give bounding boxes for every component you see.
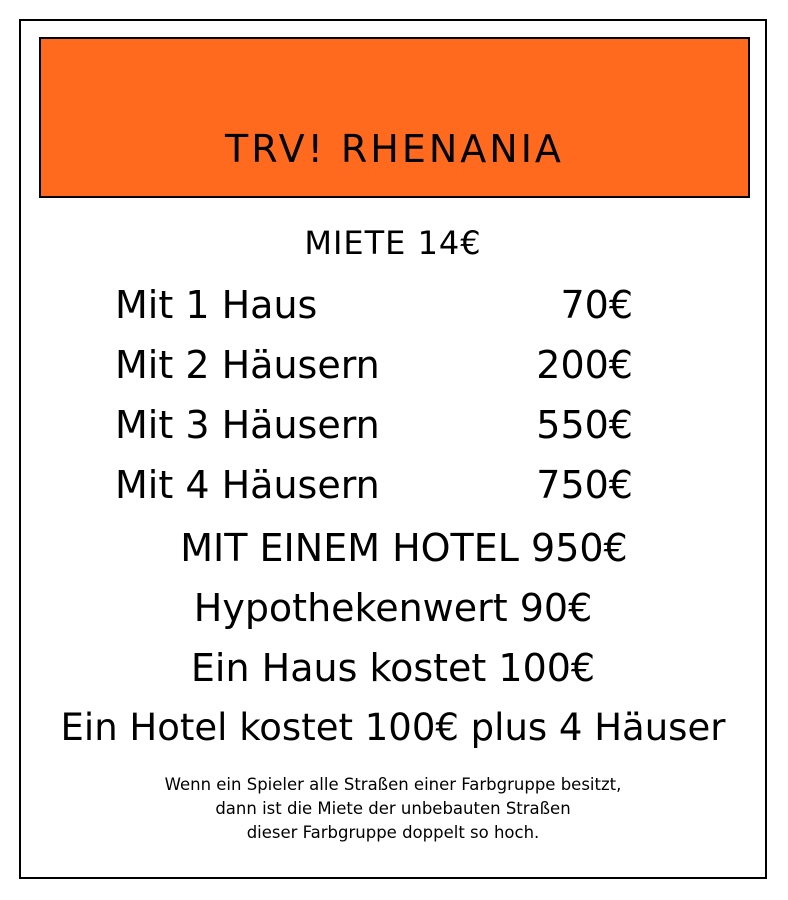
rent-row-2-houses: Mit 2 Häusern 200€ (115, 346, 633, 384)
rent-row-label: Mit 2 Häusern (115, 343, 380, 387)
rent-row-label: Mit 3 Häusern (115, 403, 380, 447)
property-card: TRV! RHENANIA MIETE 14€ Mit 1 Haus 70€ M… (19, 19, 767, 879)
title-bar: TRV! RHENANIA (39, 37, 750, 198)
rent-row-label: Mit 4 Häusern (115, 463, 380, 507)
rent-row-4-houses: Mit 4 Häusern 750€ (115, 466, 633, 504)
property-title: TRV! RHENANIA (225, 127, 564, 171)
hotel-cost: Ein Hotel kostet 100€ plus 4 Häuser (60, 706, 726, 749)
mortgage-value: Hypothekenwert 90€ (193, 586, 593, 630)
house-cost: Ein Haus kostet 100€ (190, 646, 596, 690)
rule-notice: Wenn ein Spieler alle Straßen einer Farb… (21, 773, 765, 845)
rent-row-price: 550€ (536, 403, 633, 447)
rent-row-label: Mit 1 Haus (115, 283, 318, 327)
rent-row-3-houses: Mit 3 Häusern 550€ (115, 406, 633, 444)
rent-row-price: 750€ (536, 463, 633, 507)
rent-row-price: 70€ (560, 283, 633, 327)
rent-row-price: 200€ (536, 343, 633, 387)
notice-line: dieser Farbgruppe doppelt so hoch. (246, 823, 540, 842)
notice-line: dann ist die Miete der unbebauten Straße… (215, 799, 571, 818)
rent-row-1-house: Mit 1 Haus 70€ (115, 286, 633, 324)
hotel-rent: MIT EINEM HOTEL 950€ (180, 526, 628, 570)
notice-line: Wenn ein Spieler alle Straßen einer Farb… (164, 775, 622, 794)
base-rent: MIETE 14€ (304, 224, 482, 262)
